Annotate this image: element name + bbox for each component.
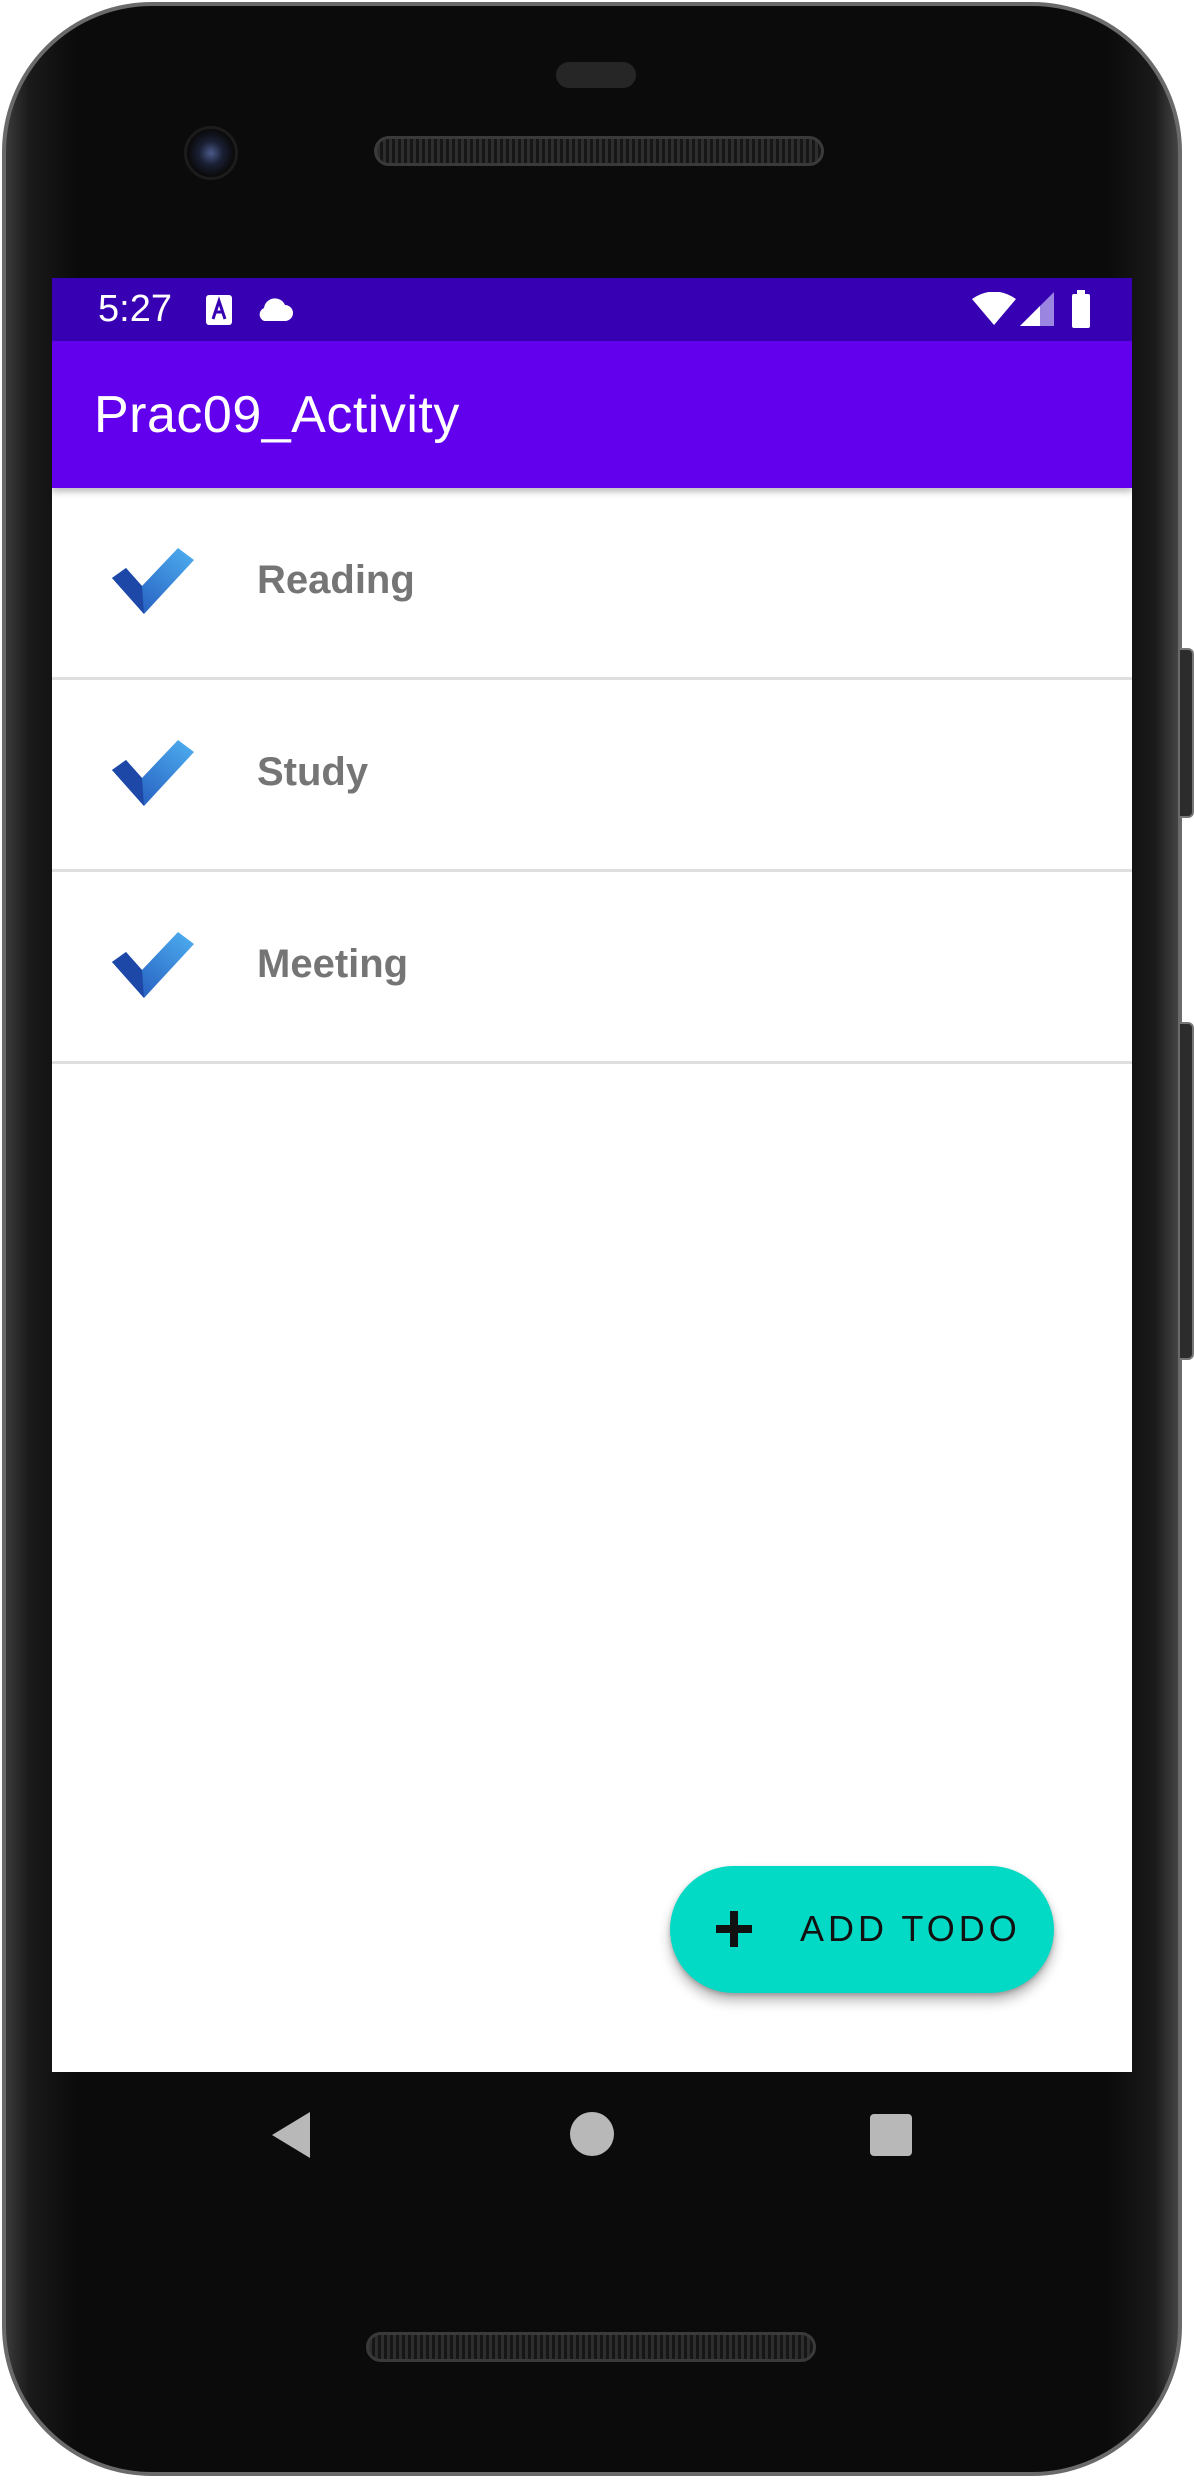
todo-label: Study — [257, 750, 369, 794]
list-item[interactable]: Meeting — [52, 872, 1132, 1064]
todo-label: Reading — [257, 558, 415, 602]
cloud-icon — [259, 298, 293, 321]
add-todo-button[interactable]: ADD TODO — [670, 1866, 1054, 1993]
checkmark-icon — [112, 548, 194, 614]
bottom-speaker-grille — [366, 2332, 816, 2362]
top-speaker-grille — [374, 136, 824, 166]
signal-icon — [1020, 292, 1054, 326]
add-todo-label: ADD TODO — [800, 1908, 1021, 1949]
volume-button — [1180, 1022, 1194, 1360]
wifi-icon — [972, 292, 1016, 325]
battery-icon — [1072, 290, 1090, 328]
accessibility-a-icon — [206, 295, 232, 325]
todo-label: Meeting — [257, 942, 409, 986]
navigation-bar — [52, 2072, 1132, 2202]
app-bar: Prac09_Activity — [52, 341, 1132, 488]
list-item[interactable]: Reading — [52, 488, 1132, 680]
front-camera — [184, 126, 238, 180]
recents-icon[interactable] — [870, 2114, 912, 2156]
status-bar: 5:27 — [52, 278, 1132, 341]
earpiece — [556, 62, 636, 88]
power-button — [1180, 648, 1194, 818]
home-icon[interactable] — [570, 2112, 614, 2156]
plus-icon — [716, 1911, 752, 1947]
list-item[interactable]: Study — [52, 680, 1132, 872]
status-time: 5:27 — [98, 288, 172, 330]
checkmark-icon — [112, 740, 194, 806]
app-title: Prac09_Activity — [94, 386, 460, 444]
checkmark-icon — [112, 932, 194, 998]
screen: 5:27 Prac09_Activity Reading Study Meeti… — [52, 278, 1132, 2072]
back-icon[interactable] — [270, 2110, 314, 2160]
todo-list: Reading Study Meeting — [52, 488, 1132, 1064]
